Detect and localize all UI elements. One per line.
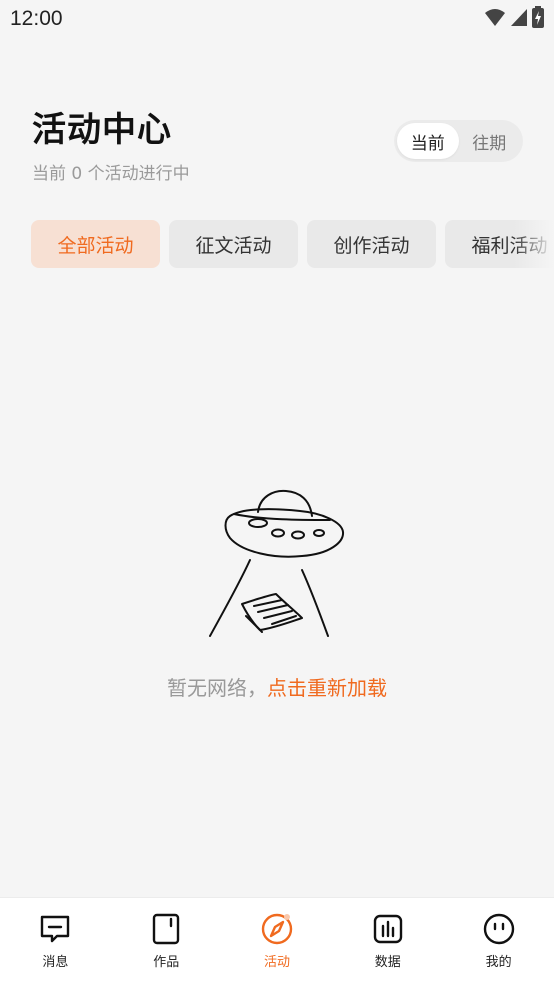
wifi-icon bbox=[484, 7, 506, 31]
filter-chips: 全部活动 征文活动 创作活动 福利活动 bbox=[31, 220, 554, 268]
message-icon bbox=[41, 915, 70, 943]
compass-icon bbox=[261, 913, 293, 945]
battery-icon bbox=[532, 6, 544, 32]
face-icon bbox=[483, 913, 514, 945]
reload-link[interactable]: 点击重新加载 bbox=[267, 676, 387, 700]
nav-item-works[interactable]: 作品 bbox=[111, 898, 222, 984]
page-title: 活动中心 bbox=[32, 110, 172, 150]
nav-item-activities[interactable]: 活动 bbox=[222, 898, 333, 984]
chart-icon bbox=[373, 914, 402, 944]
book-icon bbox=[152, 913, 180, 945]
period-toggle: 当前 往期 bbox=[394, 120, 523, 162]
status-icons bbox=[484, 6, 544, 32]
toggle-past[interactable]: 往期 bbox=[459, 123, 521, 159]
status-bar: 12:00 bbox=[0, 0, 554, 40]
chip-all-activities[interactable]: 全部活动 bbox=[31, 220, 160, 268]
signal-icon bbox=[510, 7, 528, 31]
page-subtitle: 当前 0 个活动进行中 bbox=[32, 164, 190, 184]
chip-essay-activities[interactable]: 征文活动 bbox=[169, 220, 298, 268]
chips-fade bbox=[514, 220, 554, 268]
nav-label-activities: 活动 bbox=[263, 955, 290, 970]
bottom-nav: 消息 作品 活动 数据 我的 bbox=[0, 897, 554, 984]
nav-label-mine: 我的 bbox=[485, 955, 512, 970]
nav-item-mine[interactable]: 我的 bbox=[443, 898, 554, 984]
nav-item-data[interactable]: 数据 bbox=[332, 898, 443, 984]
chip-creation-activities[interactable]: 创作活动 bbox=[307, 220, 436, 268]
empty-state-message: 暂无网络，点击重新加载 bbox=[0, 672, 554, 701]
status-time: 12:00 bbox=[10, 7, 63, 30]
nav-label-data: 数据 bbox=[374, 955, 401, 970]
nav-label-works: 作品 bbox=[153, 955, 180, 970]
nav-item-messages[interactable]: 消息 bbox=[0, 898, 111, 984]
ufo-illustration bbox=[202, 486, 348, 642]
toggle-current[interactable]: 当前 bbox=[397, 123, 459, 159]
no-network-text: 暂无网络， bbox=[167, 676, 267, 700]
nav-label-messages: 消息 bbox=[42, 955, 69, 970]
